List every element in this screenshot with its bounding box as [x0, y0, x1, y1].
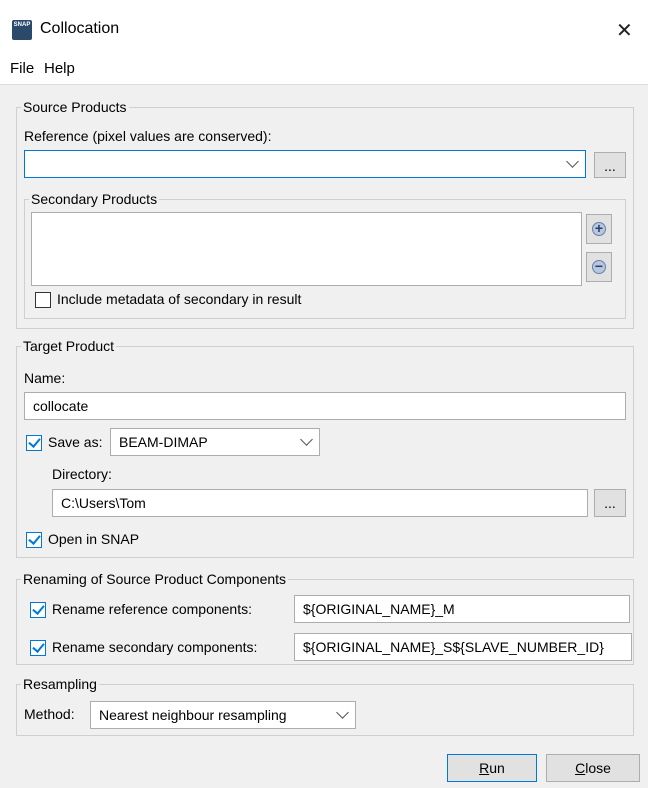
open-in-snap-checkbox[interactable]: Open in SNAP	[26, 529, 139, 549]
plus-icon: +	[592, 221, 606, 236]
secondary-products-list[interactable]	[31, 212, 582, 286]
source-products-legend: Source Products	[21, 99, 129, 115]
chevron-down-icon	[566, 155, 579, 168]
save-as-checkbox[interactable]: Save as:	[26, 432, 102, 452]
resampling-legend: Resampling	[21, 676, 99, 692]
add-secondary-button[interactable]: +	[586, 214, 612, 244]
method-label: Method:	[24, 706, 75, 722]
rename-secondary-checkbox[interactable]: Rename secondary components:	[30, 637, 257, 657]
title-bar: SNAP Collocation ✕	[0, 0, 648, 56]
chevron-down-icon	[300, 433, 313, 446]
rename-reference-pattern-input[interactable]: ${ORIGINAL_NAME}_M	[294, 595, 630, 623]
checkbox-box	[35, 292, 51, 309]
resampling-method-select[interactable]: Nearest neighbour resampling	[90, 701, 356, 729]
close-button[interactable]: Close	[546, 754, 640, 782]
chevron-down-icon	[336, 706, 349, 719]
menu-help[interactable]: Help	[44, 60, 75, 77]
checkbox-box	[30, 640, 46, 657]
open-in-snap-label: Open in SNAP	[48, 531, 140, 547]
directory-input[interactable]: C:\Users\Tom	[52, 489, 588, 517]
rename-secondary-pattern-input[interactable]: ${ORIGINAL_NAME}_S${SLAVE_NUMBER_ID}	[294, 633, 632, 661]
renaming-legend: Renaming of Source Product Components	[21, 571, 289, 587]
target-product-legend: Target Product	[21, 338, 117, 354]
close-window-icon[interactable]: ✕	[616, 18, 633, 43]
snap-app-icon: SNAP	[12, 20, 32, 40]
name-label: Name:	[24, 370, 66, 386]
secondary-products-legend: Secondary Products	[29, 191, 160, 207]
save-as-label: Save as:	[48, 434, 103, 450]
save-format-select[interactable]: BEAM-DIMAP	[110, 428, 320, 456]
minus-icon: −	[592, 259, 606, 274]
directory-label: Directory:	[52, 466, 112, 482]
menu-bar: File Help	[0, 56, 648, 85]
run-button[interactable]: Run	[447, 754, 537, 782]
include-metadata-checkbox[interactable]: Include metadata of secondary in result	[35, 289, 301, 309]
target-name-input[interactable]: collocate	[24, 392, 626, 420]
directory-browse-button[interactable]: ...	[594, 489, 626, 517]
reference-browse-button[interactable]: ...	[594, 152, 626, 178]
rename-secondary-label: Rename secondary components:	[52, 639, 258, 655]
window-title: Collocation	[40, 20, 120, 37]
checkbox-box	[26, 435, 42, 452]
checkbox-box	[30, 602, 46, 619]
reference-label: Reference (pixel values are conserved):	[24, 128, 272, 144]
menu-file[interactable]: File	[10, 60, 34, 77]
reference-product-select[interactable]	[24, 150, 586, 178]
target-product-group: Target Product	[16, 338, 634, 558]
remove-secondary-button[interactable]: −	[586, 252, 612, 282]
rename-reference-checkbox[interactable]: Rename reference components:	[30, 599, 252, 619]
rename-reference-label: Rename reference components:	[52, 601, 252, 617]
include-metadata-label: Include metadata of secondary in result	[57, 291, 302, 307]
checkbox-box	[26, 532, 42, 549]
